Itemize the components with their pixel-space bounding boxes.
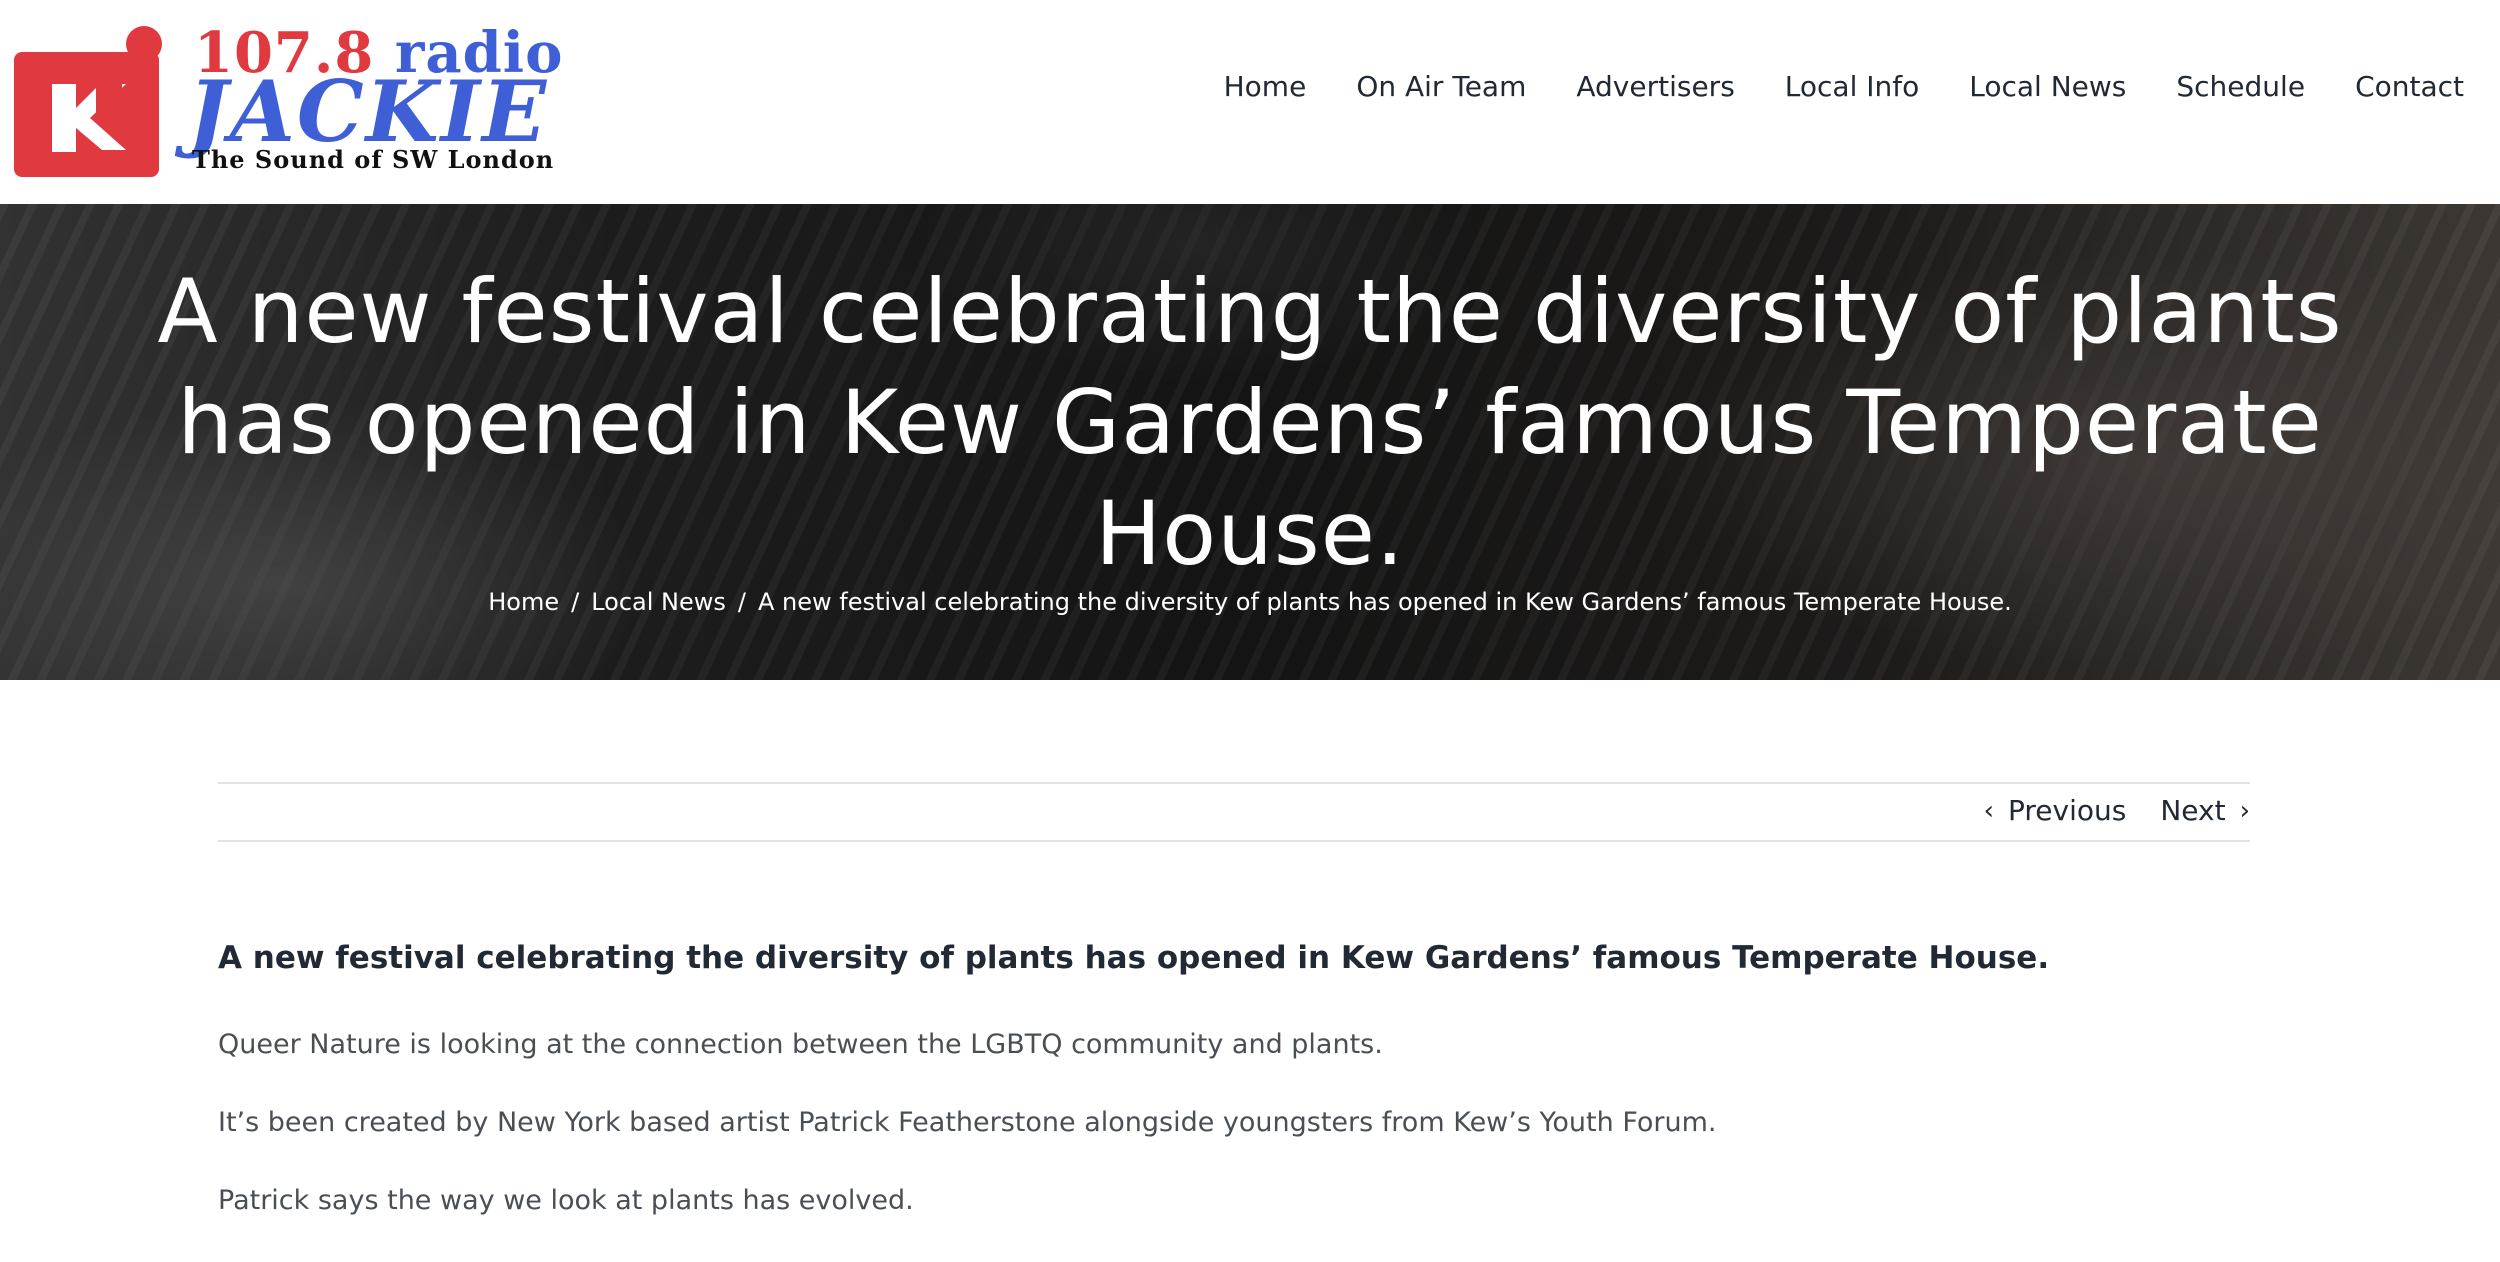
nav-item-on-air-team[interactable]: On Air Team xyxy=(1356,70,1526,103)
previous-post-link[interactable]: ‹ Previous xyxy=(1984,794,2127,827)
nav-item-local-info[interactable]: Local Info xyxy=(1785,70,1919,103)
nav-item-schedule[interactable]: Schedule xyxy=(2176,70,2305,103)
page-title: A new festival celebrating the diversity… xyxy=(157,260,2343,585)
nav-item-contact[interactable]: Contact xyxy=(2355,70,2464,103)
radio-jackie-logo-icon xyxy=(14,26,162,177)
article-heading: A new festival celebrating the diversity… xyxy=(218,940,2050,976)
breadcrumb: Home / Local News / A new festival celebrati… xyxy=(0,588,2500,616)
article-paragraph: Patrick says the way we look at plants h… xyxy=(218,1185,914,1216)
site-logo[interactable]: 107.8 radio JACKIE The Sound of SW Londo… xyxy=(10,16,562,177)
breadcrumb-separator: / xyxy=(737,588,746,616)
site-header: 107.8 radio JACKIE The Sound of SW Londo… xyxy=(0,0,2500,204)
chevron-left-icon: ‹ xyxy=(1983,795,1995,826)
breadcrumb-separator: / xyxy=(571,588,580,616)
article-paragraph: Queer Nature is looking at the connectio… xyxy=(218,1029,1383,1060)
nav-item-local-news[interactable]: Local News xyxy=(1969,70,2126,103)
chevron-right-icon: › xyxy=(2239,795,2250,826)
page-title-bar: A new festival celebrating the diversity… xyxy=(0,204,2500,680)
next-post-link[interactable]: Next › xyxy=(2160,794,2250,827)
article-paragraph: It’s been created by New York based arti… xyxy=(218,1107,1717,1138)
previous-label: Previous xyxy=(2008,794,2127,827)
breadcrumb-current: A new festival celebrating the diversity… xyxy=(757,588,2012,616)
breadcrumb-home[interactable]: Home xyxy=(488,588,559,616)
article-content: A new festival celebrating the diversity… xyxy=(218,940,2258,1262)
breadcrumb-local-news[interactable]: Local News xyxy=(591,588,726,616)
post-navigation: ‹ Previous Next › xyxy=(218,782,2250,842)
nav-item-home[interactable]: Home xyxy=(1224,70,1307,103)
logo-tagline: The Sound of SW London xyxy=(192,145,555,174)
main-navigation: Home On Air Team Advertisers Local Info … xyxy=(1224,70,2464,103)
next-label: Next xyxy=(2160,794,2226,827)
nav-item-advertisers[interactable]: Advertisers xyxy=(1576,70,1734,103)
